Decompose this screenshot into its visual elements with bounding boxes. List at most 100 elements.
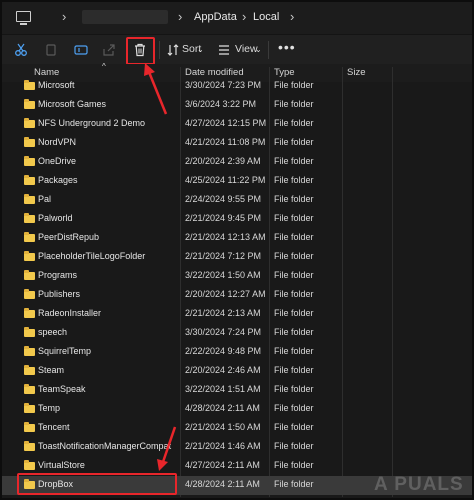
file-row[interactable]: Microsoft Games 3/6/2024 3:22 PM File fold…	[2, 96, 472, 115]
folder-icon	[24, 365, 35, 375]
file-row[interactable]: speech 3/30/2024 7:24 PM File folder	[2, 324, 472, 343]
file-type: File folder	[274, 175, 314, 185]
file-name: Microsoft Games	[38, 99, 107, 109]
file-type: File folder	[274, 99, 314, 109]
command-bar: Sort ⌄ View ⌄ •••	[2, 34, 472, 66]
file-type: File folder	[274, 80, 314, 90]
file-row[interactable]: NFS Underground 2 Demo 4/27/2024 12:15 PM…	[2, 115, 472, 134]
file-name: VirtualStore	[38, 460, 85, 470]
file-row[interactable]: PlaceholderTileLogoFolder 2/21/2024 7:12 …	[2, 248, 472, 267]
file-name: OneDrive	[38, 156, 77, 166]
file-type: File folder	[274, 327, 314, 337]
file-row[interactable]: RadeonInstaller 2/21/2024 2:13 AM File fol…	[2, 305, 472, 324]
file-name: RadeonInstaller	[38, 308, 102, 318]
file-name: ToastNotificationManagerCompat	[38, 441, 172, 451]
file-row[interactable]: OneDrive 2/20/2024 2:39 AM File folder	[2, 153, 472, 172]
folder-icon	[24, 175, 35, 185]
copy-icon[interactable]	[44, 43, 58, 57]
share-icon[interactable]	[102, 43, 116, 57]
file-name: speech	[38, 327, 68, 337]
file-type: File folder	[274, 156, 314, 166]
file-name: Packages	[38, 175, 78, 185]
file-date-modified: 4/27/2024 12:15 PM	[185, 118, 267, 128]
file-type: File folder	[274, 422, 314, 432]
rename-icon[interactable]	[74, 43, 88, 57]
redacted-path-segment[interactable]	[82, 10, 168, 24]
file-row[interactable]: TeamSpeak 3/22/2024 1:51 AM File folder	[2, 381, 472, 400]
folder-icon	[24, 137, 35, 147]
file-type: File folder	[274, 460, 314, 470]
address-bar[interactable]: › › AppData › Local ›	[2, 2, 472, 34]
file-type: File folder	[274, 479, 314, 489]
chevron-right-icon: ›	[290, 9, 295, 24]
file-row[interactable]: Publishers 2/20/2024 12:27 AM File folder	[2, 286, 472, 305]
file-row[interactable]: NordVPN 4/21/2024 11:08 PM File folder	[2, 134, 472, 153]
sort-icon	[167, 44, 179, 56]
folder-icon	[24, 289, 35, 299]
file-name: Microsoft	[38, 80, 75, 90]
breadcrumb-appdata[interactable]: AppData	[194, 11, 237, 23]
file-date-modified: 4/27/2024 2:11 AM	[185, 460, 260, 470]
file-date-modified: 2/22/2024 9:48 PM	[185, 346, 262, 356]
file-type: File folder	[274, 384, 314, 394]
file-type: File folder	[274, 270, 314, 280]
file-date-modified: 2/21/2024 9:45 PM	[185, 213, 262, 223]
file-row[interactable]: Palworld 2/21/2024 9:45 PM File folder	[2, 210, 472, 229]
file-row[interactable]: Programs 3/22/2024 1:50 AM File folder	[2, 267, 472, 286]
folder-icon	[24, 441, 35, 451]
file-row[interactable]: Microsoft 3/30/2024 7:23 PM File folder	[2, 77, 472, 96]
file-type: File folder	[274, 137, 314, 147]
more-options-button[interactable]: •••	[278, 39, 296, 55]
chevron-down-icon: ⌄	[255, 45, 262, 54]
file-name: Temp	[38, 403, 61, 413]
cut-icon[interactable]	[14, 43, 28, 57]
file-row[interactable]: Pal 2/24/2024 9:55 PM File folder	[2, 191, 472, 210]
file-date-modified: 2/21/2024 12:13 AM	[185, 232, 266, 242]
file-type: File folder	[274, 403, 314, 413]
delete-icon[interactable]	[133, 43, 147, 57]
file-explorer-window: › › AppData › Local › Sort ⌄ View ⌄ ••• …	[0, 0, 474, 500]
file-row[interactable]: ToastNotificationManagerCompat 2/21/2024 …	[2, 438, 472, 457]
file-name: PlaceholderTileLogoFolder	[38, 251, 146, 261]
toolbar-divider	[268, 41, 269, 59]
file-row[interactable]: SquirrelTemp 2/22/2024 9:48 PM File folder	[2, 343, 472, 362]
folder-icon	[24, 232, 35, 242]
file-date-modified: 2/20/2024 2:46 AM	[185, 365, 261, 375]
breadcrumb-local[interactable]: Local	[253, 11, 279, 23]
file-type: File folder	[274, 194, 314, 204]
chevron-down-icon: ⌄	[197, 45, 204, 54]
folder-icon	[24, 460, 35, 470]
file-name: Tencent	[38, 422, 70, 432]
folder-icon	[24, 422, 35, 432]
file-type: File folder	[274, 308, 314, 318]
file-date-modified: 2/21/2024 7:12 PM	[185, 251, 262, 261]
file-row[interactable]: Steam 2/20/2024 2:46 AM File folder	[2, 362, 472, 381]
folder-icon	[24, 194, 35, 204]
this-pc-icon[interactable]	[16, 11, 31, 25]
view-icon	[219, 45, 229, 55]
chevron-right-icon: ›	[178, 9, 183, 24]
file-row[interactable]: Tencent 2/21/2024 1:50 AM File folder	[2, 419, 472, 438]
file-name: Pal	[38, 194, 52, 204]
file-type: File folder	[274, 213, 314, 223]
file-type: File folder	[274, 118, 314, 128]
file-date-modified: 2/21/2024 1:46 AM	[185, 441, 261, 451]
sort-ascending-icon: ^	[102, 62, 106, 71]
folder-icon	[24, 156, 35, 166]
file-date-modified: 4/21/2024 11:08 PM	[185, 137, 266, 147]
folder-icon	[24, 384, 35, 394]
folder-icon	[24, 403, 35, 413]
file-date-modified: 2/20/2024 2:39 AM	[185, 156, 261, 166]
folder-icon	[24, 251, 35, 261]
toolbar-divider	[159, 41, 160, 59]
file-name: NordVPN	[38, 137, 77, 147]
file-row[interactable]: Temp 4/28/2024 2:11 AM File folder	[2, 400, 472, 419]
file-name: Steam	[38, 365, 65, 375]
file-date-modified: 3/22/2024 1:50 AM	[185, 270, 261, 280]
file-type: File folder	[274, 251, 314, 261]
chevron-right-icon: ›	[242, 9, 247, 24]
file-row[interactable]: Packages 4/25/2024 11:22 PM File folder	[2, 172, 472, 191]
file-row[interactable]: PeerDistRepub 2/21/2024 12:13 AM File fold…	[2, 229, 472, 248]
file-name: Publishers	[38, 289, 81, 299]
folder-icon	[24, 99, 35, 109]
